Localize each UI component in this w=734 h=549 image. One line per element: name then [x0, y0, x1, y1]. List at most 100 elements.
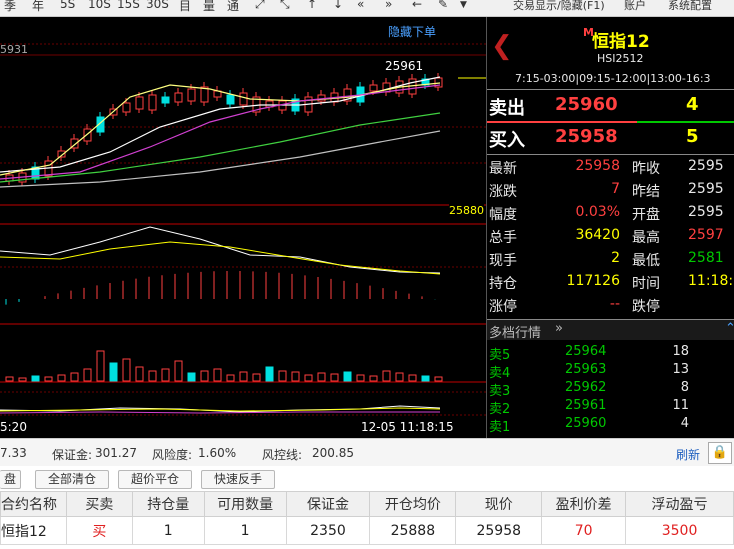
volume-bar	[278, 370, 287, 382]
tool-button-1[interactable]: 目	[179, 0, 191, 14]
arrow-up-icon[interactable]: ↑	[307, 0, 317, 11]
buy-price: 25958	[555, 126, 618, 147]
tool-button-3[interactable]: 通	[227, 0, 239, 14]
stat-label-2: 时间	[632, 276, 660, 292]
stat-row: 持仓 117126 时间 11:18:3	[487, 271, 734, 293]
volume-bar	[96, 350, 105, 382]
depth-row[interactable]: 卖4 25963 13	[487, 361, 734, 381]
candle	[122, 102, 131, 113]
stat-label-2: 昨收	[632, 161, 660, 177]
volume-bar	[200, 370, 209, 382]
depth-row[interactable]: 卖2 25961 11	[487, 397, 734, 417]
quote-panel: ❮ M 恒指12 HSI2512 7:15-03:00|09:15-12:00|…	[486, 17, 734, 438]
stat-label: 持仓	[489, 276, 517, 292]
col-position[interactable]: 持仓量	[131, 491, 205, 517]
position-toolbar: 盘 全部清仓 超价平仓 快速反手	[0, 466, 734, 492]
depth-label: 卖1	[489, 420, 511, 435]
volume-bar	[330, 373, 339, 382]
refresh-button[interactable]: 刷新	[676, 446, 700, 463]
contract-name: 恒指12	[592, 32, 650, 52]
period-year-button[interactable]: 年	[32, 0, 44, 14]
depth-price: 25963	[565, 362, 607, 377]
table-row[interactable]: 恒指12 买 1 1 2350 25888 25958 70 3500	[0, 516, 734, 545]
depth-volume: 8	[680, 380, 689, 395]
stat-value: 25958	[575, 158, 620, 174]
top-left-value: 5931	[0, 43, 28, 56]
col-open-price[interactable]: 开仓均价	[369, 491, 457, 517]
depth-row[interactable]: 卖3 25962 8	[487, 379, 734, 399]
candle	[317, 94, 326, 102]
trading-hours: 7:15-03:00|09:15-12:00|13:00-16:3	[515, 72, 711, 85]
sell-row[interactable]: 卖出 25960 4	[487, 90, 734, 122]
arrow-down-icon[interactable]: ↓	[333, 0, 343, 11]
tool-button-2[interactable]: 量	[203, 0, 215, 14]
period-season-button[interactable]: 季	[4, 0, 16, 14]
col-contract[interactable]: 合约名称	[0, 491, 67, 517]
period-30s-button[interactable]: 30S	[146, 0, 169, 11]
cell-margin: 2350	[285, 516, 371, 545]
depth-row[interactable]: 卖5 25964 18	[487, 343, 734, 363]
risk-label: 风险度:	[152, 448, 193, 462]
risk-value: 1.60%	[198, 446, 237, 460]
high-label: 25961	[385, 59, 424, 73]
buy-row[interactable]: 买入 25958 5	[487, 122, 734, 154]
stat-value: --	[609, 296, 620, 312]
time-axis-left: 5:20	[0, 420, 27, 434]
candle	[135, 96, 144, 110]
account-button[interactable]: 账户	[624, 0, 646, 13]
stat-label: 涨跌	[489, 184, 517, 200]
volume-bar	[57, 374, 66, 382]
volume-bar	[343, 371, 352, 382]
volume-bar	[317, 372, 326, 382]
settings-button[interactable]: 系统配置	[668, 0, 712, 13]
volume-bar	[369, 375, 378, 382]
depth-row[interactable]: 卖1 25960 4	[487, 415, 734, 435]
fast-reverse-button[interactable]: 快速反手	[201, 470, 275, 489]
volume-bar	[395, 372, 404, 382]
close-all-button[interactable]: 全部清仓	[35, 470, 109, 489]
period-10s-button[interactable]: 10S	[88, 0, 111, 11]
cell-float-pnl: 3500	[625, 516, 734, 545]
double-right-icon[interactable]: »	[385, 0, 392, 11]
toggle-trade-button[interactable]: 交易显示/隐藏(F1)	[513, 0, 605, 13]
kline-chart-area[interactable]: 隐藏下单 5931 25961 25880 5:20 12-05 11:18:1…	[0, 17, 486, 438]
col-available[interactable]: 可用数量	[203, 491, 287, 517]
volume-bar	[122, 358, 131, 382]
volume-bar	[226, 374, 235, 382]
pencil-icon[interactable]: ✎	[438, 0, 448, 11]
stat-value-2: 2581	[688, 250, 724, 266]
volume-bar	[5, 376, 14, 382]
positions-table: 合约名称 买卖 持仓量 可用数量 保证金 开仓均价 现价 盈利价差 浮动盈亏 恒…	[0, 491, 734, 549]
period-15s-button[interactable]: 15S	[117, 0, 140, 11]
double-left-icon[interactable]: «	[357, 0, 364, 11]
arrow-left-icon[interactable]: ←	[412, 0, 422, 11]
sell-price: 25960	[555, 94, 618, 115]
volume-bar	[213, 368, 222, 382]
chevron-left-icon[interactable]: ❮	[491, 31, 513, 61]
expand-icon[interactable]: ⤢	[255, 0, 265, 12]
col-side[interactable]: 买卖	[65, 491, 133, 517]
position-tab[interactable]: 盘	[0, 470, 21, 489]
buy-label: 买入	[489, 130, 525, 151]
volume-bar	[148, 370, 157, 382]
hide-order-button[interactable]: 隐藏下单	[388, 23, 436, 40]
price-marker: 25880	[449, 204, 484, 217]
depth-collapse-icon[interactable]: »	[555, 321, 563, 336]
stat-label-2: 昨结	[632, 184, 660, 200]
col-price-diff[interactable]: 盈利价差	[541, 491, 627, 517]
dropdown-icon[interactable]: ▼	[460, 0, 467, 10]
volume-bar	[291, 371, 300, 382]
col-margin[interactable]: 保证金	[285, 491, 371, 517]
depth-expand-icon[interactable]: ⌃	[725, 321, 734, 336]
depth-price: 25964	[565, 344, 607, 359]
super-close-button[interactable]: 超价平仓	[118, 470, 192, 489]
col-current-price[interactable]: 现价	[455, 491, 543, 517]
stat-row: 总手 36420 最高 2597	[487, 225, 734, 247]
account-balance: 7.33	[0, 446, 27, 460]
candle	[187, 88, 196, 102]
period-5s-button[interactable]: 5S	[60, 0, 75, 11]
col-float-pnl[interactable]: 浮动盈亏	[625, 491, 734, 517]
kline-chart-svg	[0, 43, 486, 416]
shrink-icon[interactable]: ⤡	[280, 0, 290, 12]
lock-icon[interactable]: 🔒	[708, 442, 732, 464]
